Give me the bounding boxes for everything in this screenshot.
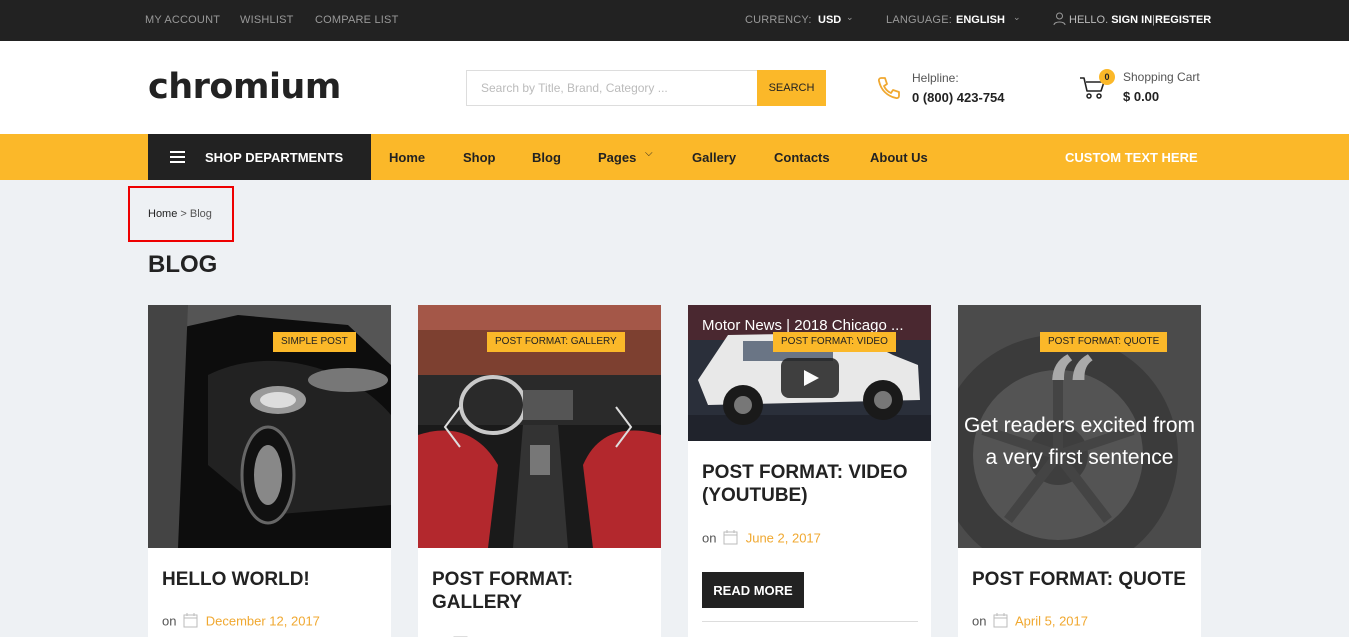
post-meta: on June 2, 2017 — [702, 530, 821, 548]
post-title[interactable]: POST FORMAT: GALLERY — [432, 568, 661, 614]
breadcrumb-home[interactable]: Home — [148, 208, 177, 220]
page-title: BLOG — [148, 251, 218, 278]
calendar-icon — [183, 613, 198, 631]
user-icon — [1053, 12, 1066, 31]
sign-in-link[interactable]: SIGN IN — [1111, 14, 1152, 26]
post-date[interactable]: December 12, 2017 — [206, 613, 320, 628]
post-title[interactable]: POST FORMAT: VIDEO (YOUTUBE) — [702, 461, 931, 507]
shop-departments-label: SHOP DEPARTMENTS — [205, 150, 344, 165]
post-date[interactable]: June 2, 2017 — [746, 530, 821, 545]
currency-label: CURRENCY: — [745, 14, 812, 26]
nav-item-blog[interactable]: Blog — [532, 150, 561, 165]
hello-text: HELLO. — [1069, 14, 1109, 26]
cart-label[interactable]: Shopping Cart — [1123, 70, 1200, 84]
hamburger-icon — [170, 151, 185, 166]
post-meta: on December 12, 2017 — [162, 613, 320, 631]
site-header: chromium SEARCH Helpline: 0 (800) 423-75… — [0, 41, 1349, 134]
divider — [702, 621, 918, 622]
post-image[interactable]: SIMPLE POST — [148, 305, 391, 548]
nav-item-about-us[interactable]: About Us — [870, 150, 928, 165]
post-video[interactable]: Motor News | 2018 Chicago ... POST FORMA… — [688, 305, 931, 441]
search-button[interactable]: SEARCH — [757, 70, 826, 106]
play-button-icon[interactable] — [781, 358, 839, 398]
phone-icon — [876, 75, 902, 106]
post-card: “ POST FORMAT: QUOTE Get readers excited… — [958, 305, 1201, 637]
post-quote-image[interactable]: “ POST FORMAT: QUOTE Get readers excited… — [958, 305, 1201, 548]
language-selector[interactable]: ENGLISH — [956, 14, 1005, 26]
helpline-label: Helpline: — [912, 71, 959, 85]
post-card: POST FORMAT: GALLERY POST FORMAT: GALLER… — [418, 305, 661, 637]
language-label: LANGUAGE: — [886, 14, 952, 26]
my-account-link[interactable]: MY ACCOUNT — [145, 14, 220, 26]
post-title[interactable]: POST FORMAT: QUOTE — [972, 568, 1186, 591]
breadcrumb-separator: > — [180, 208, 187, 220]
post-format-badge[interactable]: POST FORMAT: QUOTE — [1040, 332, 1168, 352]
post-format-badge[interactable]: POST FORMAT: VIDEO — [773, 332, 896, 352]
breadcrumb-current: Blog — [189, 208, 212, 220]
read-more-button[interactable]: READ MORE — [702, 572, 804, 608]
register-link[interactable]: REGISTER — [1155, 14, 1211, 26]
nav-item-pages[interactable]: Pages — [598, 150, 636, 165]
cart-count-badge: 0 — [1099, 69, 1115, 85]
helpline-number: 0 (800) 423-754 — [912, 90, 1005, 105]
post-title[interactable]: HELLO WORLD! — [162, 568, 310, 591]
custom-text-link[interactable]: CUSTOM TEXT HERE — [1065, 150, 1198, 165]
post-date[interactable]: April 5, 2017 — [1015, 613, 1088, 628]
breadcrumb: Home > Blog — [148, 208, 212, 220]
quote-text: Get readers excited from a very first se… — [963, 414, 1196, 469]
post-card: Motor News | 2018 Chicago ... POST FORMA… — [688, 305, 931, 637]
post-gallery-image[interactable]: POST FORMAT: GALLERY — [418, 305, 661, 548]
nav-item-gallery[interactable]: Gallery — [692, 150, 736, 165]
shop-departments-button[interactable]: SHOP DEPARTMENTS — [148, 134, 371, 180]
on-label: on — [972, 613, 987, 629]
on-label: on — [162, 613, 177, 629]
post-card: SIMPLE POST HELLO WORLD! on December 12,… — [148, 305, 391, 637]
on-label: on — [702, 530, 717, 546]
compare-list-link[interactable]: COMPARE LIST — [315, 14, 399, 26]
chevron-down-icon: ⌄ — [846, 12, 854, 22]
calendar-icon — [993, 613, 1008, 631]
site-logo[interactable]: chromium — [148, 67, 341, 107]
nav-item-home[interactable]: Home — [389, 150, 425, 165]
main-nav: SHOP DEPARTMENTS Home Shop Blog Pages ⌵ … — [0, 134, 1349, 180]
calendar-icon — [723, 530, 738, 548]
currency-selector[interactable]: USD — [818, 14, 841, 26]
nav-item-shop[interactable]: Shop — [463, 150, 496, 165]
account-greeting: HELLO. SIGN IN|REGISTER — [1069, 14, 1211, 26]
cart-total: $ 0.00 — [1123, 89, 1160, 104]
post-meta: on April 5, 2017 — [972, 613, 1088, 631]
top-bar: MY ACCOUNT WISHLIST COMPARE LIST CURRENC… — [0, 0, 1349, 41]
nav-item-contacts[interactable]: Contacts — [774, 150, 830, 165]
chevron-down-icon: ⌵ — [645, 148, 653, 159]
chevron-down-icon: ⌄ — [1013, 12, 1021, 22]
post-format-badge[interactable]: SIMPLE POST — [273, 332, 356, 352]
wishlist-link[interactable]: WISHLIST — [240, 14, 294, 26]
post-format-badge[interactable]: POST FORMAT: GALLERY — [487, 332, 625, 352]
search-input[interactable] — [466, 70, 758, 106]
